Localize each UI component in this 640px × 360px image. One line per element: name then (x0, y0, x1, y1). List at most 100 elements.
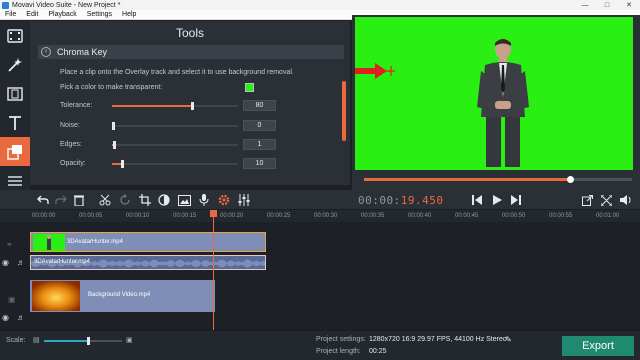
eye-icon[interactable]: ◉ (2, 258, 9, 267)
back-arrow-icon[interactable]: ‹ (41, 47, 51, 57)
export-button[interactable]: Export (562, 336, 634, 356)
zoom-out-icon[interactable]: ▤ (33, 336, 40, 344)
filters-button[interactable] (0, 50, 30, 79)
track-eye-icon[interactable]: ◉ (2, 313, 9, 322)
timeline: ⚭ ◉ ♬ ▣ ◉ ♬ 3DAvatarHunter.mp4 3DAvatarH… (0, 222, 640, 330)
equalizer-icon[interactable] (237, 193, 251, 207)
menu-file[interactable]: File (0, 11, 21, 18)
ruler-tick: 00:00:20 (220, 213, 244, 219)
fullscreen-icon[interactable] (599, 193, 613, 207)
cut-icon[interactable] (98, 193, 112, 207)
audio-clip-label: 3DAvatarHunter.mp4 (34, 259, 90, 265)
volume-icon[interactable] (619, 193, 633, 207)
import-button[interactable] (0, 21, 30, 50)
filmstrip-icon (7, 86, 23, 101)
rotate-icon[interactable] (118, 193, 132, 207)
menu-edit[interactable]: Edit (21, 11, 43, 18)
menu-help[interactable]: Help (117, 11, 141, 18)
ruler-tick: 00:00:25 (267, 213, 291, 219)
undo-icon[interactable] (36, 193, 50, 207)
overlay-icon (7, 144, 22, 160)
bottom-bar: Scale: ▤ ▣ Project settings: 1280x720 16… (0, 330, 640, 360)
preview-screen (355, 17, 633, 170)
tools-title: Tools (175, 26, 204, 40)
image-icon[interactable] (177, 193, 191, 207)
edit-pencil-icon[interactable]: ✎ (505, 335, 512, 344)
color-adjust-icon[interactable] (157, 193, 171, 207)
timeline-ruler[interactable]: 00:00:00 00:00:05 00:00:10 00:00:15 00:00:20… (0, 210, 640, 222)
menu-lines-icon (8, 175, 22, 186)
timecode-display: 00:00:19.450 (358, 194, 444, 207)
tolerance-row: Tolerance: 80 (60, 100, 280, 112)
noise-value[interactable]: 0 (243, 120, 276, 131)
link-icon[interactable]: ⚭ (6, 240, 13, 249)
ruler-tick: 00:00:10 (126, 213, 150, 219)
tolerance-value[interactable]: 80 (243, 100, 276, 111)
delete-icon[interactable] (72, 193, 86, 207)
pick-color-label: Pick a color to make transparent: (60, 84, 163, 91)
noise-slider[interactable] (112, 122, 238, 130)
edges-label: Edges: (60, 141, 82, 148)
title-bar: Movavi Video Suite - New Project * — □ ✕ (0, 0, 640, 10)
preview-scrub-bar[interactable] (364, 176, 632, 183)
play-icon[interactable] (490, 193, 504, 207)
menu-playback[interactable]: Playback (43, 11, 81, 18)
audio-clip[interactable]: 3DAvatarHunter.mp4 (30, 255, 266, 270)
transitions-button[interactable] (0, 79, 30, 108)
timecode-main: 00:00: (358, 194, 401, 207)
minimize-button[interactable]: — (574, 0, 596, 10)
skip-back-icon[interactable] (470, 193, 484, 207)
opacity-row: Opacity: 10 (60, 158, 280, 170)
ruler-tick: 00:00:55 (549, 213, 573, 219)
track-speaker-icon[interactable]: ♬ (17, 313, 25, 322)
titles-button[interactable] (0, 108, 30, 137)
chroma-key-header: ‹ Chroma Key (38, 45, 344, 59)
tools-scrollbar[interactable] (342, 81, 346, 141)
skip-forward-icon[interactable] (509, 193, 523, 207)
background-clip-label: Background Video.mp4 (88, 292, 151, 298)
background-video-clip[interactable]: Background Video.mp4 (30, 280, 215, 312)
video-editor-window: Movavi Video Suite - New Project * — □ ✕… (0, 0, 640, 360)
ruler-tick: 00:00:30 (314, 213, 338, 219)
tolerance-slider[interactable] (112, 102, 238, 110)
speaker-icon[interactable]: ♬ (17, 258, 25, 267)
overlay-button[interactable] (0, 137, 30, 166)
ruler-tick: 00:00:45 (455, 213, 479, 219)
ruler-tick: 00:00:50 (502, 213, 526, 219)
menu-settings[interactable]: Settings (82, 11, 117, 18)
noise-row: Noise: 0 (60, 120, 280, 132)
opacity-value[interactable]: 10 (243, 158, 276, 169)
background-clip-thumbnail (32, 281, 80, 311)
ruler-tick: 00:00:40 (408, 213, 432, 219)
scale-label: Scale: (6, 337, 26, 344)
zoom-in-icon[interactable]: ▣ (126, 336, 133, 344)
project-length-value: 00:25 (369, 348, 387, 355)
microphone-icon[interactable] (197, 193, 211, 207)
color-picker-swatch[interactable] (245, 83, 254, 92)
overlay-clip-thumbnail (33, 234, 65, 251)
opacity-label: Opacity: (60, 160, 86, 167)
crop-icon[interactable] (138, 193, 152, 207)
ruler-tick: 00:00:15 (173, 213, 197, 219)
noise-label: Noise: (60, 122, 80, 129)
chroma-key-label: Chroma Key (57, 47, 108, 57)
playhead-line[interactable] (213, 210, 214, 330)
film-icon[interactable]: ▣ (8, 295, 16, 304)
ruler-tick: 00:00:35 (361, 213, 385, 219)
ruler-tick: 00:01:00 (596, 213, 620, 219)
close-button[interactable]: ✕ (618, 0, 640, 10)
settings-gear-icon[interactable] (217, 193, 231, 207)
overlay-video-clip[interactable]: 3DAvatarHunter.mp4 (30, 232, 266, 252)
playhead-handle[interactable] (210, 210, 217, 217)
overlay-clip-label: 3DAvatarHunter.mp4 (67, 239, 123, 245)
external-window-icon[interactable] (580, 193, 594, 207)
redo-icon[interactable] (54, 193, 68, 207)
project-length-label: Project length: (316, 348, 361, 355)
project-settings-value: 1280x720 16:9 29.97 FPS, 44100 Hz Stereo (369, 336, 507, 343)
edges-value[interactable]: 1 (243, 139, 276, 150)
scale-slider[interactable] (44, 337, 122, 345)
maximize-button[interactable]: □ (596, 0, 618, 10)
edges-slider[interactable] (112, 141, 238, 149)
timecode-ms: 19.450 (400, 194, 444, 207)
opacity-slider[interactable] (112, 160, 238, 168)
